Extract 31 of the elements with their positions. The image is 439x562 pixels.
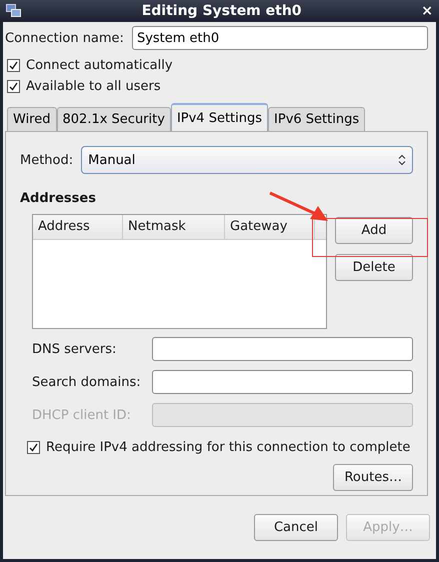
column-header[interactable]: Netmask bbox=[123, 215, 225, 239]
field-label: Search domains: bbox=[32, 374, 142, 390]
checkbox-label: Available to all users bbox=[26, 79, 161, 94]
annotation-arrow bbox=[269, 192, 328, 221]
network-icon bbox=[6, 4, 22, 18]
connection-name-field[interactable]: System eth0 bbox=[132, 26, 428, 50]
checkbox[interactable] bbox=[27, 441, 40, 454]
tab[interactable]: Wired bbox=[7, 107, 56, 131]
close-icon[interactable]: × bbox=[421, 3, 433, 19]
column-header[interactable]: Address bbox=[33, 215, 123, 239]
routes-button[interactable]: Routes… bbox=[333, 464, 413, 491]
checkbox[interactable] bbox=[7, 59, 20, 72]
checkbox-label: Require IPv4 addressing for this connection to complete bbox=[46, 440, 410, 455]
section-heading: Addresses bbox=[20, 191, 97, 206]
tab[interactable]: 802.1x Security bbox=[56, 107, 171, 131]
method-dropdown[interactable]: Manual bbox=[81, 146, 413, 174]
checkbox[interactable] bbox=[7, 80, 20, 93]
dialog-button[interactable]: Cancel bbox=[254, 514, 338, 541]
field-label: DNS servers: bbox=[32, 342, 118, 356]
field-label: Connection name: bbox=[5, 30, 124, 46]
tab[interactable]: IPv4 Settings bbox=[170, 103, 268, 131]
field-label: DHCP client ID: bbox=[32, 408, 132, 422]
window-title: Editing System eth0 bbox=[140, 3, 303, 19]
method-label: Method: bbox=[20, 152, 74, 168]
address-button[interactable]: Delete bbox=[335, 254, 413, 281]
address-button[interactable]: Add bbox=[335, 217, 413, 244]
checkbox-label: Connect automatically bbox=[26, 58, 173, 73]
tab[interactable]: IPv6 Settings bbox=[268, 107, 366, 131]
input-field[interactable] bbox=[152, 370, 413, 394]
spinner-arrows-icon bbox=[398, 154, 406, 166]
input-field[interactable] bbox=[152, 337, 413, 361]
